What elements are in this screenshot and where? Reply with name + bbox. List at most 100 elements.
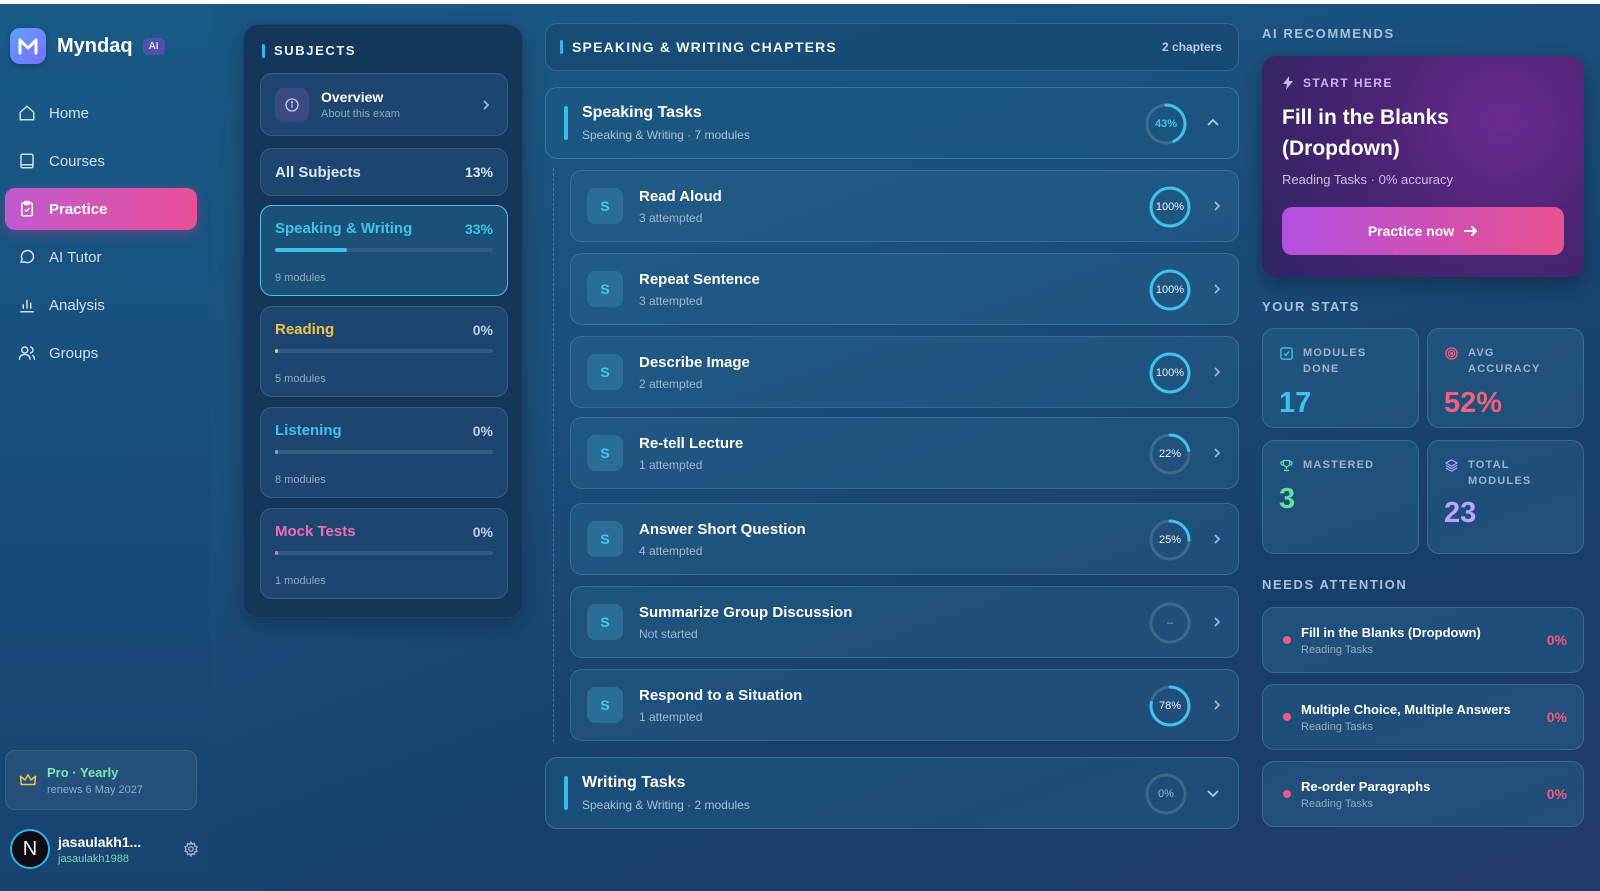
progress-ring: – (1148, 601, 1192, 645)
progress-fill (275, 450, 278, 454)
start-here-tag: START HERE (1282, 76, 1564, 90)
chapters-title: SPEAKING & WRITING CHAPTERS (572, 39, 837, 55)
nav-item-home[interactable]: Home (5, 92, 197, 134)
all-subjects-card[interactable]: All Subjects 13% (260, 148, 508, 196)
module-row[interactable]: S Summarize Group Discussion Not started – (570, 586, 1239, 658)
subjects-heading: SUBJECTS (262, 43, 356, 58)
stat-value: 23 (1444, 497, 1477, 529)
stat-label: MODULES DONE (1303, 347, 1367, 375)
stat-mastered: MASTERED 3 (1262, 440, 1419, 554)
module-name: Re-tell Lecture (639, 434, 744, 452)
subject-progress-bar (275, 248, 493, 252)
module-row[interactable]: S Respond to a Situation 1 attempted 78% (570, 669, 1239, 741)
module-row[interactable]: S Answer Short Question 4 attempted 25% (570, 503, 1239, 575)
needs-attention-heading: NEEDS ATTENTION (1262, 577, 1408, 592)
group-title: Speaking Tasks (582, 104, 702, 121)
module-row[interactable]: S Re-tell Lecture 1 attempted 22% (570, 417, 1239, 489)
ring-label: 100% (1155, 367, 1185, 379)
attention-item[interactable]: Re-order Paragraphs Reading Tasks 0% (1262, 761, 1584, 827)
ai-badge: AI (142, 37, 165, 55)
tag-label: START HERE (1303, 76, 1393, 90)
module-name: Describe Image (639, 353, 750, 371)
chevron-right-icon (1214, 448, 1221, 458)
users-icon (18, 346, 36, 360)
stat-value: 17 (1279, 387, 1312, 419)
tree-connector (553, 168, 554, 742)
module-row[interactable]: S Repeat Sentence 3 attempted 100% (570, 253, 1239, 325)
all-subjects-pct: 13% (464, 164, 493, 180)
subject-modules: 1 modules (275, 575, 326, 587)
plan-card[interactable]: Pro · Yearly renews 6 May 2027 (5, 750, 197, 810)
nav-item-analysis[interactable]: Analysis (5, 284, 197, 326)
module-badge: S (587, 354, 623, 390)
crown-icon (19, 774, 37, 786)
subject-card-reading[interactable]: Reading 0% 5 modules (260, 306, 508, 397)
progress-ring: 100% (1148, 185, 1192, 229)
subject-card-listening[interactable]: Listening 0% 8 modules (260, 407, 508, 498)
recommendation-subtitle: Reading Tasks · 0% accuracy (1282, 172, 1454, 187)
bar-chart-icon (20, 299, 34, 313)
attention-item[interactable]: Fill in the Blanks (Dropdown) Reading Ta… (1262, 607, 1584, 673)
attention-category: Reading Tasks (1301, 720, 1373, 733)
sidebar: Myndaq AI Home Courses Practice AI Tutor… (0, 4, 211, 891)
group-subtitle: Speaking & Writing · 7 modules (582, 128, 750, 142)
module-name: Repeat Sentence (639, 270, 760, 288)
module-badge: S (587, 271, 623, 307)
info-icon (275, 87, 309, 122)
attention-pct: 0% (1546, 709, 1567, 725)
plan-renewal: renews 6 May 2027 (47, 783, 143, 796)
chevron-right-icon (1214, 284, 1221, 294)
stat-label: MASTERED (1303, 459, 1375, 471)
chapters-count: 2 chapters (1161, 40, 1222, 54)
module-row[interactable]: S Describe Image 2 attempted 100% (570, 336, 1239, 408)
module-status: 1 attempted (639, 457, 703, 472)
attention-name: Multiple Choice, Multiple Answers (1301, 701, 1511, 717)
progress-fill (275, 349, 278, 353)
group-accent (564, 776, 568, 810)
logo-icon (10, 28, 46, 64)
overview-subtitle: About this exam (321, 108, 400, 120)
lightning-icon (1283, 76, 1293, 90)
progress-ring: 22% (1148, 432, 1192, 476)
ring-label: 22% (1158, 448, 1182, 460)
user-name: jasaulakh1... (58, 833, 142, 850)
overview-card[interactable]: Overview About this exam (260, 73, 508, 136)
module-row[interactable]: S Read Aloud 3 attempted 100% (570, 170, 1239, 242)
progress-ring: 43% (1144, 102, 1188, 146)
user-profile: N jasaulakh1... jasaulakh1988 (10, 829, 200, 869)
subject-progress-bar (275, 450, 493, 454)
nav-item-groups[interactable]: Groups (5, 332, 197, 374)
stat-value: 3 (1279, 483, 1296, 515)
subject-card-mock-tests[interactable]: Mock Tests 0% 1 modules (260, 508, 508, 599)
user-handle: jasaulakh1988 (58, 852, 129, 865)
alert-dot (1283, 790, 1291, 798)
nav-item-courses[interactable]: Courses (5, 140, 197, 182)
module-name: Answer Short Question (639, 520, 806, 538)
chevron-right-icon (1214, 700, 1221, 710)
settings-gear-icon[interactable] (182, 840, 200, 858)
chevron-up-icon[interactable] (1206, 118, 1220, 128)
stat-label: TOTAL MODULES (1468, 459, 1532, 487)
ring-label: 25% (1158, 534, 1182, 546)
heading-accent (560, 40, 563, 54)
plan-title: Pro · Yearly (47, 764, 119, 780)
chapter-group-writing-tasks[interactable]: Writing Tasks Speaking & Writing · 2 mod… (545, 757, 1239, 829)
progress-ring: 78% (1148, 684, 1192, 728)
practice-now-button[interactable]: Practice now (1282, 207, 1564, 255)
avatar[interactable]: N (10, 829, 50, 869)
module-badge: S (587, 188, 623, 224)
arrow-right-icon (1464, 226, 1478, 236)
overview-title: Overview (321, 89, 384, 105)
progress-ring: 100% (1148, 351, 1192, 395)
subject-pct: 0% (472, 321, 493, 338)
nav-label: Groups (49, 344, 99, 362)
chapter-group-speaking-tasks[interactable]: Speaking Tasks Speaking & Writing · 7 mo… (545, 87, 1239, 159)
brand[interactable]: Myndaq AI (10, 28, 165, 64)
subject-card-speaking-writing[interactable]: Speaking & Writing 33% 9 modules (260, 205, 508, 296)
nav-item-practice[interactable]: Practice (5, 188, 197, 230)
nav-item-ai-tutor[interactable]: AI Tutor (5, 236, 197, 278)
chevron-down-icon[interactable] (1206, 788, 1220, 798)
attention-item[interactable]: Multiple Choice, Multiple Answers Readin… (1262, 684, 1584, 750)
module-name: Respond to a Situation (639, 686, 803, 704)
chat-bubble-icon (20, 249, 35, 264)
